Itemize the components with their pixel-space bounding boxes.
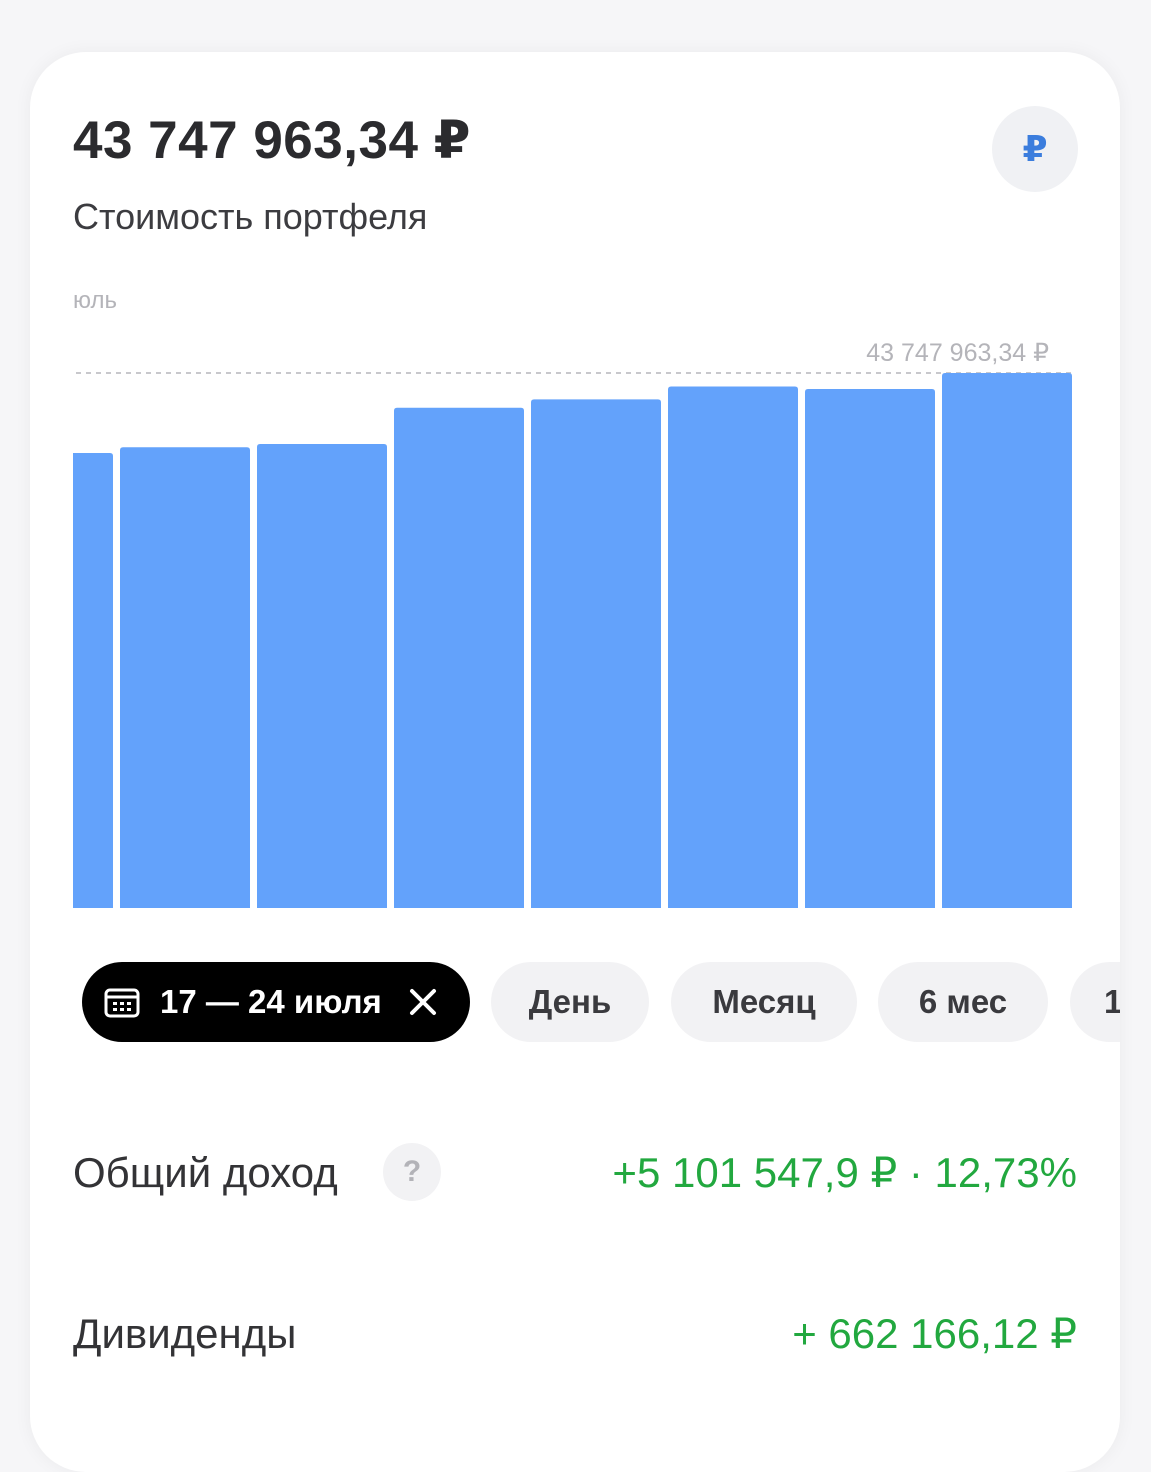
period-chip-day[interactable]: День [491,962,649,1042]
dividends-row: Дивиденды + 662 166,12 ₽ [73,1304,1077,1364]
chart-bar-23[interactable] [805,389,935,908]
chart-bar-20[interactable] [394,407,524,908]
total-income-row: Общий доход ? +5 101 547,9 ₽ · 12,73% [73,1143,1077,1203]
portfolio-bar-chart: юль 43 747 963,34 ₽ [73,287,1076,908]
total-income-label: Общий доход [73,1149,338,1196]
chart-bars [73,373,1072,908]
calendar-icon [104,988,140,1018]
period-chip-month[interactable]: Месяц [671,962,857,1042]
total-income-value: +5 101 547,9 ₽ · 12,73% [612,1149,1077,1196]
question-icon[interactable]: ? [383,1143,441,1201]
chart-bar-18[interactable] [120,447,250,908]
chart-bar-24[interactable] [942,373,1072,908]
period-range-label: 17 — 24 июля [160,983,382,1020]
chart-max-label: 43 747 963,34 ₽ [866,339,1049,367]
chart-bar-22[interactable] [668,386,798,908]
period-chip-year[interactable]: 1 [1070,962,1120,1042]
period-selector: 17 — 24 июля День Месяц 6 мес 1 [30,962,1120,1042]
period-chip-6-months[interactable]: 6 мес [878,962,1048,1042]
period-chip-active[interactable]: 17 — 24 июля [82,962,470,1042]
dividends-label: Дивиденды [73,1310,297,1357]
chart-bar-19[interactable] [257,443,387,908]
dividends-value: + 662 166,12 ₽ [792,1310,1077,1357]
chart-bar-17[interactable] [73,453,113,908]
close-icon[interactable] [408,987,438,1017]
portfolio-card: 43 747 963,34 ₽ Стоимость портфеля ₽ юль… [30,52,1120,1472]
chart-period-label: юль [73,287,117,314]
chart-bar-21[interactable] [531,399,661,908]
